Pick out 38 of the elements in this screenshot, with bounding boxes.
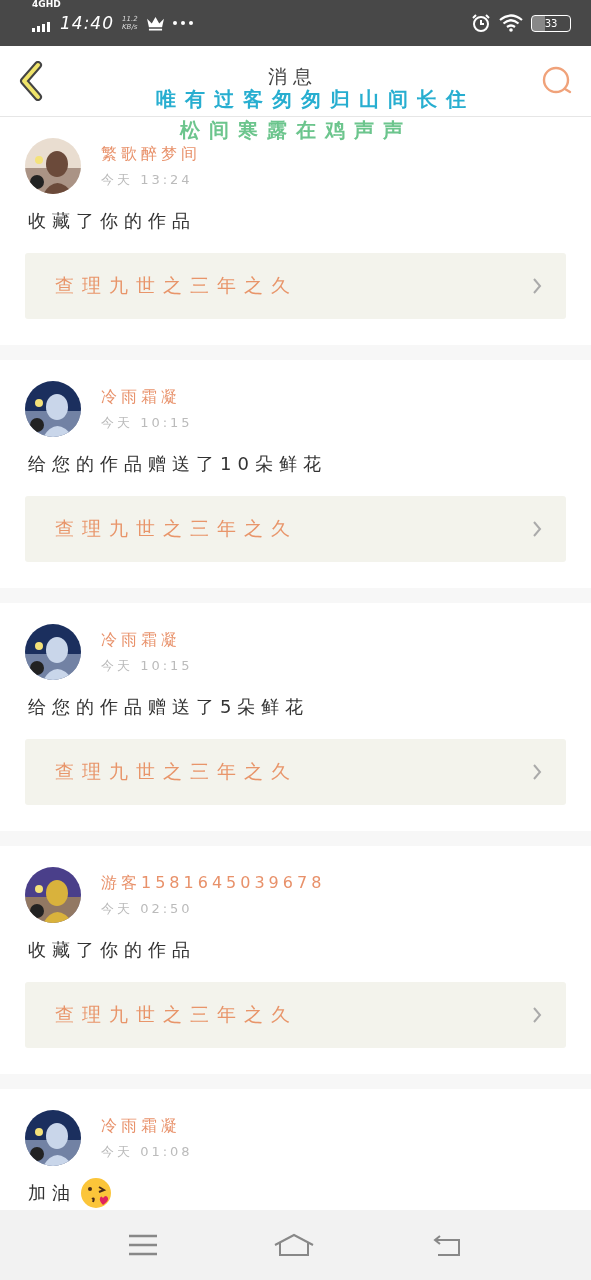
work-link[interactable]: 查理九世之三年之久: [25, 739, 566, 805]
wifi-icon: [499, 14, 523, 32]
message-text: 给您的作品赠送了10朵鲜花: [28, 452, 327, 476]
back-arrow-icon[interactable]: [432, 1233, 463, 1257]
more-icon: [172, 21, 193, 25]
user-name[interactable]: 游客1581645039678: [101, 872, 326, 894]
alarm-icon: [471, 13, 491, 33]
chevron-right-icon: [532, 763, 542, 781]
chevron-right-icon: [532, 1006, 542, 1024]
user-name[interactable]: 繁歌醉梦间: [101, 143, 201, 165]
user-name[interactable]: 冷雨霜凝: [101, 386, 193, 408]
overlay-caption: 松间寒露在鸡声声: [179, 117, 412, 144]
work-link[interactable]: 查理九世之三年之久: [25, 496, 566, 562]
message-time: 今天 01:08: [101, 1142, 193, 1161]
message-time: 今天 13:24: [101, 170, 194, 189]
chevron-right-icon: [532, 277, 542, 295]
message-text: 加油: [28, 1181, 76, 1205]
message-time: 今天 10:15: [101, 656, 193, 675]
work-link[interactable]: 查理九世之三年之久: [25, 982, 566, 1048]
message-time: 今天 02:50: [101, 899, 194, 918]
signal-icon: [32, 22, 52, 32]
menu-icon[interactable]: [128, 1234, 157, 1256]
clock-time: 14:40: [60, 13, 114, 33]
overlay-caption: 唯有过客匆匆归山间长住: [156, 86, 475, 113]
back-icon[interactable]: [18, 61, 44, 101]
message-text: 收藏了你的作品: [28, 938, 196, 962]
page-title: 消息: [268, 64, 318, 89]
crown-icon: [145, 15, 165, 31]
network-label: 4GHD: [32, 0, 61, 9]
message-text: 收藏了你的作品: [28, 209, 196, 233]
user-name[interactable]: 冷雨霜凝: [101, 1115, 193, 1137]
user-name[interactable]: 冷雨霜凝: [101, 629, 193, 651]
home-icon[interactable]: [274, 1233, 315, 1257]
message-time: 今天 10:15: [101, 413, 193, 432]
message-text: 给您的作品赠送了5朵鲜花: [28, 695, 310, 719]
work-link[interactable]: 查理九世之三年之久: [25, 253, 566, 319]
battery-level: 33: [544, 17, 558, 29]
chevron-right-icon: [532, 520, 542, 538]
